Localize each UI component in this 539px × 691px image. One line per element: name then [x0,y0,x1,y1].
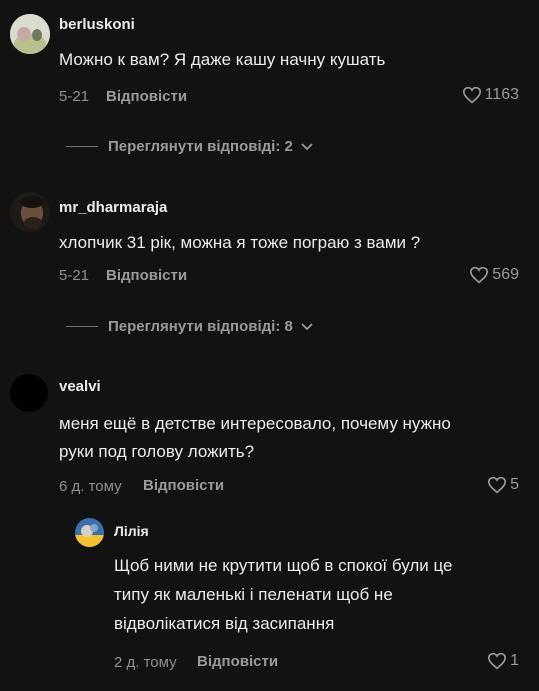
heart-icon [470,266,489,284]
username[interactable]: vealvi [59,378,101,395]
reply-button[interactable]: Відповісти [197,653,278,670]
comment-text: хлопчик 31 рік, можна я тоже пограю з ва… [59,233,421,252]
divider-line [66,326,98,327]
comment-text: Можно к вам? Я даже кашу начну кушать [59,50,386,69]
heart-icon [488,476,507,494]
like-button[interactable]: 5 [487,476,519,494]
like-count: 5 [510,476,519,493]
username[interactable]: berluskoni [59,16,135,33]
comment-text-line-2: руки под голову ложить? [59,442,255,461]
like-count: 1163 [484,86,519,103]
reply-text-line-2: типу як маленькі і пеленати щоб не [114,585,393,604]
comment-date: 5-21 [59,267,90,284]
view-replies-button[interactable]: Переглянути відповіді: 8 [66,318,313,335]
avatar-image [10,192,50,232]
avatar-image [75,518,104,547]
view-replies-label: Переглянути відповіді: 8 [108,318,293,335]
reply-date: 2 д. тому [114,654,177,671]
username[interactable]: Лілія [114,523,149,539]
avatar-image [10,14,50,54]
chevron-down-icon [301,322,313,330]
divider-line [66,146,98,147]
heart-icon [462,86,481,104]
comment-text-line-1: меня ещё в детстве интересовало, почему … [59,414,451,433]
reply-text-line-1: Щоб ними не крутити щоб в спокої були це [114,556,453,575]
view-replies-label: Переглянути відповіді: 2 [108,138,293,155]
avatar[interactable] [10,192,50,232]
comment-date: 6 д. тому [59,478,122,495]
like-button[interactable]: 569 [469,266,519,284]
like-count: 1 [510,652,519,669]
reply-button[interactable]: Відповісти [106,267,187,284]
comment-date: 5-21 [59,88,90,105]
like-button[interactable]: 1 [487,652,519,670]
avatar[interactable] [10,374,48,412]
like-button[interactable]: 1163 [462,86,519,104]
like-count: 569 [492,266,519,283]
reply-text-line-3: відволікатися від засипання [114,614,335,633]
reply-button[interactable]: Відповісти [143,477,224,494]
chevron-down-icon [301,142,313,150]
view-replies-button[interactable]: Переглянути відповіді: 2 [66,138,313,155]
heart-icon [488,652,507,670]
avatar[interactable] [75,518,104,547]
avatar[interactable] [10,14,50,54]
reply-button[interactable]: Відповісти [106,88,187,105]
username[interactable]: mr_dharmaraja [59,199,167,216]
